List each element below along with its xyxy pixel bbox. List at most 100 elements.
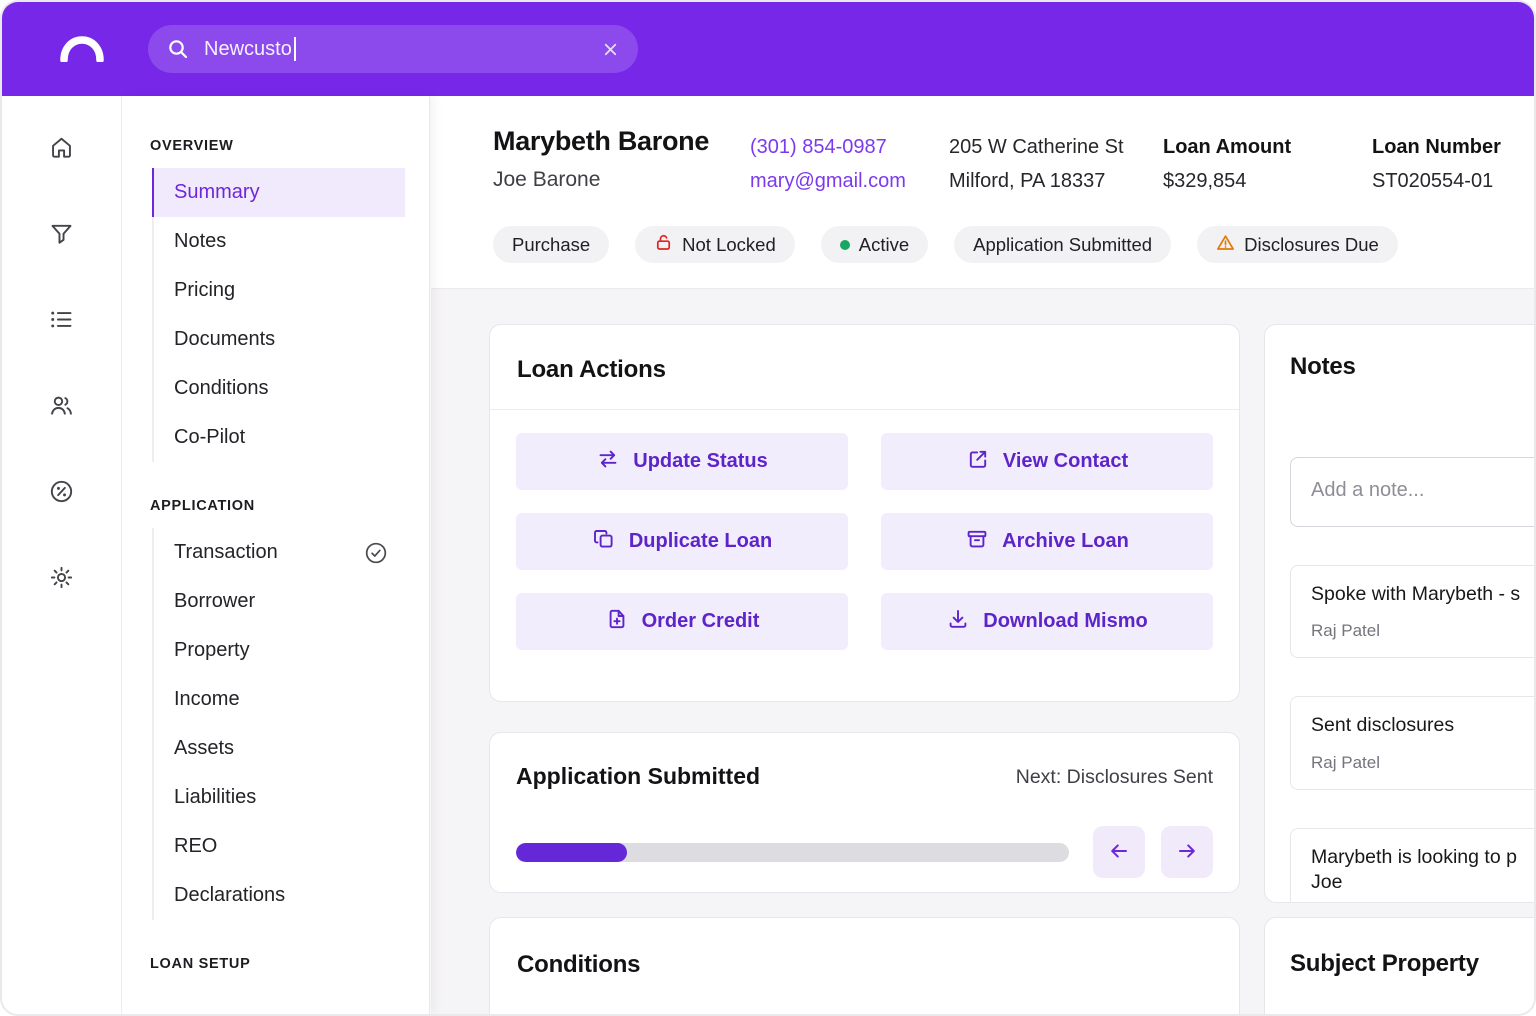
people-icon[interactable] [42, 385, 82, 425]
milestone-prev-button[interactable] [1093, 826, 1145, 878]
milestone-next-label: Next: Disclosures Sent [1016, 763, 1213, 789]
badge-disclosures-due: Disclosures Due [1197, 226, 1398, 263]
milestone-progress-track [516, 843, 1069, 862]
sidebar-item-documents[interactable]: Documents [154, 315, 405, 364]
loan-summary-header: Marybeth Barone Joe Barone (301) 854-098… [431, 96, 1534, 289]
update-status-button[interactable]: Update Status [516, 433, 848, 490]
warning-triangle-icon [1216, 233, 1235, 257]
loan-number-block: Loan Number ST020554-01 [1372, 136, 1501, 193]
sidebar-item-label: Borrower [174, 590, 255, 613]
lock-open-icon [654, 233, 673, 257]
button-label: Archive Loan [1002, 530, 1129, 553]
note-text: Spoke with Marybeth - s [1311, 582, 1536, 607]
arrow-right-icon [1175, 839, 1199, 866]
archive-loan-button[interactable]: Archive Loan [881, 513, 1213, 570]
sidebar-item-label: REO [174, 835, 217, 858]
co-borrower-name: Joe Barone [493, 168, 709, 192]
note-list-item[interactable]: Sent disclosures Raj Patel [1290, 696, 1536, 789]
sidebar-item-summary[interactable]: Summary [154, 168, 405, 217]
text-caret [294, 37, 296, 61]
archive-box-icon [965, 527, 989, 557]
loan-actions-grid: Update Status View Contact Duplicate Loa… [490, 410, 1239, 650]
topbar: Newcusto [2, 2, 1534, 96]
loan-amount-value: $329,854 [1163, 170, 1291, 193]
sidebar-item-conditions[interactable]: Conditions [154, 364, 405, 413]
sidebar-item-label: Notes [174, 230, 226, 253]
sidebar-item-liabilities[interactable]: Liabilities [154, 773, 405, 822]
external-link-icon [966, 447, 990, 477]
badge-active: Active [821, 226, 928, 263]
button-label: Duplicate Loan [629, 530, 772, 553]
sidebar-item-borrower[interactable]: Borrower [154, 577, 405, 626]
address-line2: Milford, PA 18337 [949, 170, 1124, 193]
button-label: Order Credit [642, 610, 760, 633]
app-logo-icon[interactable] [58, 36, 106, 62]
search-text: Newcusto [204, 38, 292, 61]
view-contact-button[interactable]: View Contact [881, 433, 1213, 490]
notes-card: Notes Add a note... Spoke with Marybeth … [1264, 324, 1536, 903]
sidebar-item-label: Pricing [174, 279, 235, 302]
sidebar-item-property[interactable]: Property [154, 626, 405, 675]
section-label-overview: OVERVIEW [150, 138, 429, 154]
sidebar-item-declarations[interactable]: Declarations [154, 871, 405, 920]
loan-amount-block: Loan Amount $329,854 [1163, 136, 1291, 193]
app-window: Newcusto OVERVIEW S [0, 0, 1536, 1016]
note-author: Raj Patel [1311, 753, 1536, 773]
overview-items: Summary Notes Pricing Documents Conditio… [152, 168, 429, 462]
milestone-card: Application Submitted Next: Disclosures … [489, 732, 1240, 893]
add-note-input[interactable]: Add a note... [1290, 457, 1536, 527]
sidebar-item-label: Assets [174, 737, 234, 760]
filter-icon[interactable] [42, 213, 82, 253]
note-list-item[interactable]: Spoke with Marybeth - s Raj Patel [1290, 565, 1536, 658]
badge-label: Active [859, 234, 909, 256]
note-list-item[interactable]: Marybeth is looking to p Joe [1290, 828, 1536, 903]
sidebar-item-assets[interactable]: Assets [154, 724, 405, 773]
status-badges: Purchase Not Locked Active Application S… [493, 226, 1398, 263]
sidebar-item-copilot[interactable]: Co-Pilot [154, 413, 405, 462]
sidebar-item-transaction[interactable]: Transaction [154, 528, 405, 577]
email-link[interactable]: mary@gmail.com [750, 170, 906, 193]
sidebar-item-label: Income [174, 688, 240, 711]
download-icon [946, 607, 970, 637]
sidebar-item-label: Summary [174, 181, 260, 204]
badge-label: Disclosures Due [1244, 234, 1379, 256]
sidebar-item-pricing[interactable]: Pricing [154, 266, 405, 315]
file-plus-icon [605, 607, 629, 637]
note-author: Raj Patel [1311, 621, 1536, 641]
discount-icon[interactable] [42, 471, 82, 511]
badge-label: Not Locked [682, 234, 776, 256]
settings-icon[interactable] [42, 557, 82, 597]
loan-number-value: ST020554-01 [1372, 170, 1501, 193]
sidebar-item-income[interactable]: Income [154, 675, 405, 724]
application-items: Transaction Borrower Property Income Ass… [152, 528, 429, 920]
main-content: Loan Actions Update Status View Contact [431, 289, 1534, 1014]
order-credit-button[interactable]: Order Credit [516, 593, 848, 650]
subject-property-card: Subject Property [1264, 917, 1536, 1016]
button-label: View Contact [1003, 450, 1128, 473]
section-label-application: APPLICATION [150, 498, 429, 514]
check-circle-icon [363, 540, 389, 566]
milestone-next-button[interactable] [1161, 826, 1213, 878]
duplicate-loan-button[interactable]: Duplicate Loan [516, 513, 848, 570]
search-icon [166, 37, 190, 61]
badge-purchase: Purchase [493, 226, 609, 263]
property-address: 205 W Catherine St Milford, PA 18337 [949, 136, 1124, 193]
loan-actions-title: Loan Actions [517, 356, 1212, 384]
sidebar-item-label: Transaction [174, 541, 278, 564]
badge-application-submitted: Application Submitted [954, 226, 1171, 263]
sidebar-item-reo[interactable]: REO [154, 822, 405, 871]
milestone-progress-fill [516, 843, 627, 862]
list-icon[interactable] [42, 299, 82, 339]
address-line1: 205 W Catherine St [949, 136, 1124, 159]
phone-link[interactable]: (301) 854-0987 [750, 136, 906, 159]
sidebar-item-label: Declarations [174, 884, 285, 907]
home-icon[interactable] [42, 127, 82, 167]
conditions-title: Conditions [517, 951, 1212, 979]
sidebar-item-label: Liabilities [174, 786, 256, 809]
download-mismo-button[interactable]: Download Mismo [881, 593, 1213, 650]
search-clear-button[interactable] [601, 40, 620, 59]
sidebar-item-label: Documents [174, 328, 275, 351]
sidebar-item-notes[interactable]: Notes [154, 217, 405, 266]
search-input[interactable]: Newcusto [148, 25, 638, 73]
notes-title: Notes [1290, 353, 1536, 381]
